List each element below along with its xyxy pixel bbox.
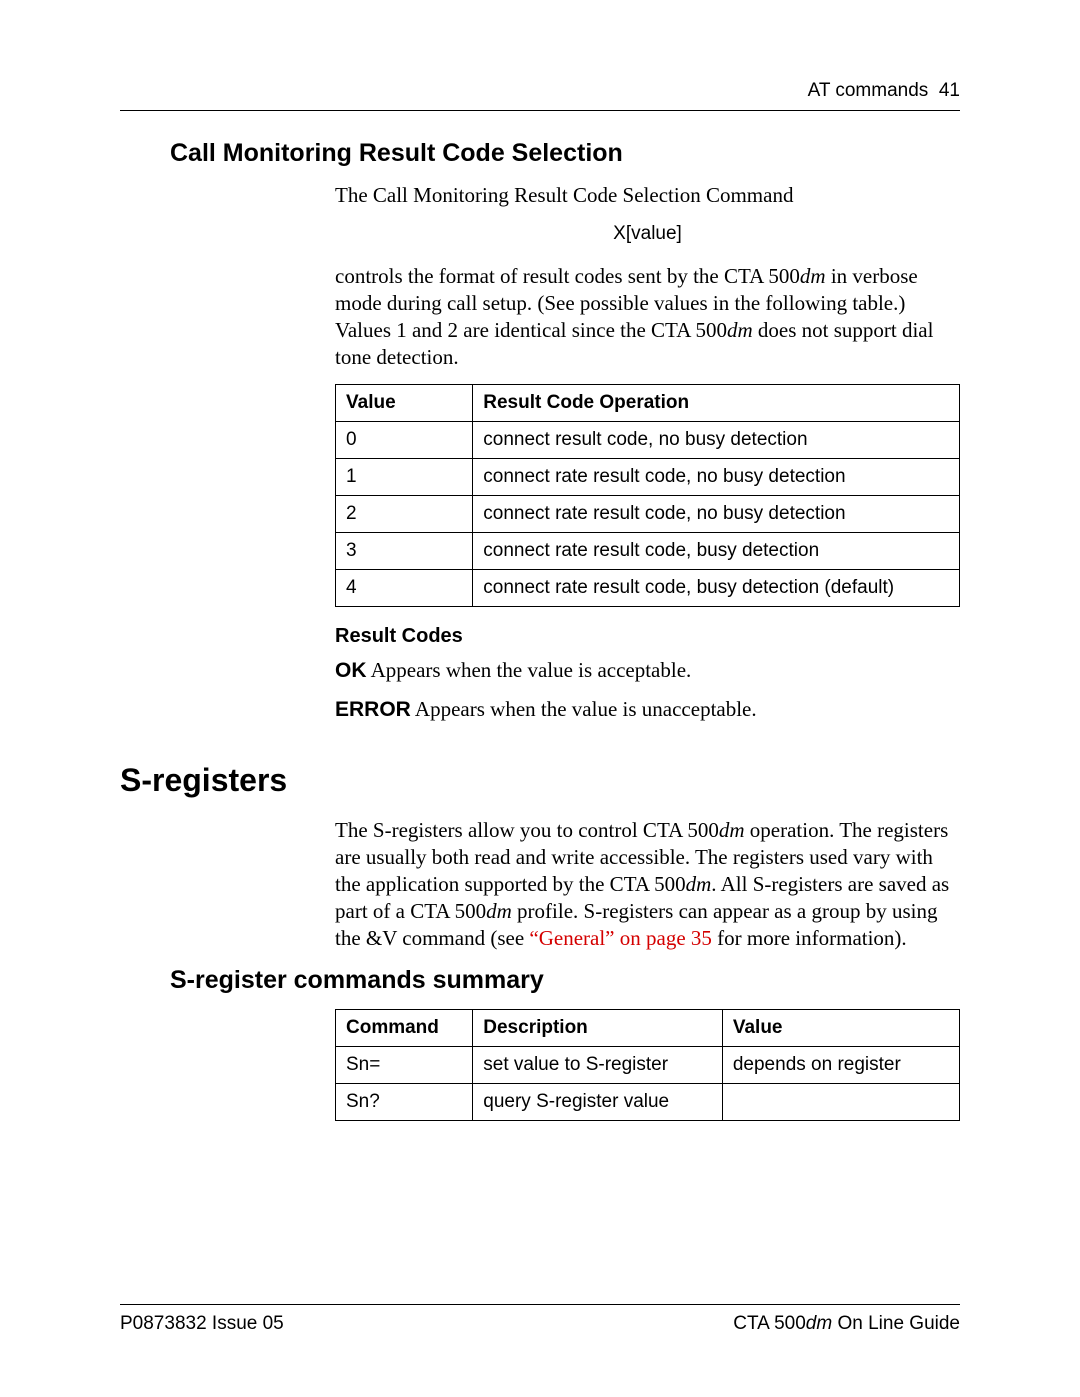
sreg-table-block: Command Description Value Sn=set value t… <box>335 1009 960 1121</box>
col-value: Value <box>722 1009 959 1046</box>
table-row: Sn?query S-register value <box>336 1083 960 1120</box>
table-row: 4connect rate result code, busy detectio… <box>336 570 960 607</box>
header-section: AT commands <box>808 80 929 101</box>
sreg-block: The S-registers allow you to control CTA… <box>335 817 960 951</box>
table-header-row: Value Result Code Operation <box>336 385 960 422</box>
header-rule <box>120 110 960 111</box>
table-row: 1connect rate result code, no busy detec… <box>336 459 960 496</box>
heading-result-codes: Result Codes <box>335 625 960 648</box>
heading-sreg-summary: S-register commands summary <box>170 966 960 995</box>
heading-call-monitoring: Call Monitoring Result Code Selection <box>170 139 960 168</box>
footer: P0873832 Issue 05 CTA 500dm On Line Guid… <box>120 1304 960 1335</box>
col-value: Value <box>336 385 473 422</box>
table-row: 3connect rate result code, busy detectio… <box>336 533 960 570</box>
table-row: Sn=set value to S-registerdepends on reg… <box>336 1046 960 1083</box>
header-page-number: 41 <box>939 80 960 101</box>
value-table: Value Result Code Operation 0connect res… <box>335 384 960 607</box>
table-row: 0connect result code, no busy detection <box>336 422 960 459</box>
content-area: AT commands 41 Call Monitoring Result Co… <box>120 80 960 1317</box>
body-paragraph: controls the format of result codes sent… <box>335 263 960 371</box>
intro-line: The Call Monitoring Result Code Selectio… <box>335 182 960 209</box>
page: AT commands 41 Call Monitoring Result Co… <box>0 0 1080 1397</box>
col-operation: Result Code Operation <box>473 385 960 422</box>
intro-block: The Call Monitoring Result Code Selectio… <box>335 182 960 722</box>
table-header-row: Command Description Value <box>336 1009 960 1046</box>
col-description: Description <box>473 1009 723 1046</box>
footer-right: CTA 500dm On Line Guide <box>733 1313 960 1335</box>
cross-ref-link[interactable]: “General” on page 35 <box>529 926 712 950</box>
result-error: ERROR Appears when the value is unaccept… <box>335 697 960 722</box>
footer-left: P0873832 Issue 05 <box>120 1313 284 1335</box>
result-ok: OK Appears when the value is acceptable. <box>335 658 960 683</box>
table-row: 2connect rate result code, no busy detec… <box>336 496 960 533</box>
heading-s-registers: S-registers <box>120 762 960 799</box>
sreg-paragraph: The S-registers allow you to control CTA… <box>335 817 960 951</box>
running-header: AT commands 41 <box>120 80 960 110</box>
command-syntax: X[value] <box>335 223 960 245</box>
sreg-table: Command Description Value Sn=set value t… <box>335 1009 960 1121</box>
col-command: Command <box>336 1009 473 1046</box>
